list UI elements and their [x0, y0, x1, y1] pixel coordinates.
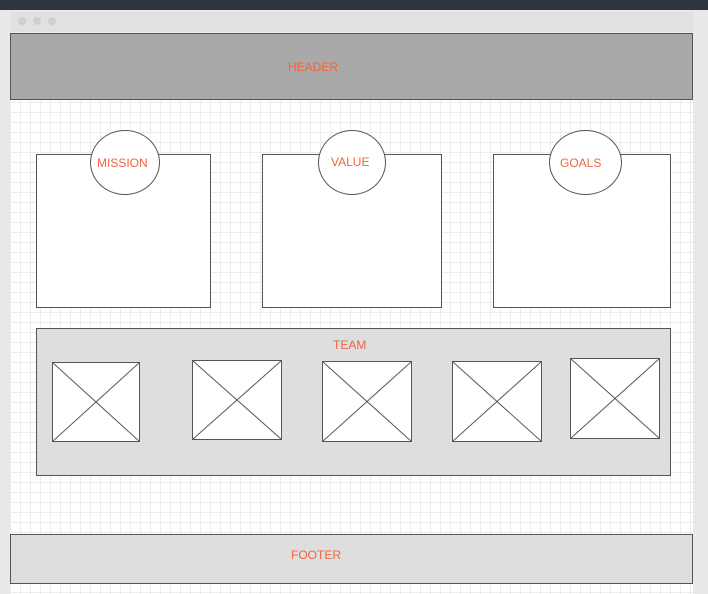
image-placeholder-icon: [571, 359, 659, 438]
image-placeholder-icon: [193, 361, 281, 439]
team-member-image-placeholder: [192, 360, 282, 440]
value-circle: VALUE: [318, 130, 386, 195]
mission-label: MISSION: [97, 156, 148, 170]
top-bar: [0, 0, 708, 10]
value-label: VALUE: [331, 155, 370, 169]
header-block: HEADER: [10, 33, 693, 100]
goals-label: GOALS: [560, 156, 602, 170]
team-member-image-placeholder: [322, 361, 412, 442]
header-label: HEADER: [288, 60, 339, 74]
team-member-image-placeholder: [52, 362, 140, 442]
window-dot-close[interactable]: [18, 17, 26, 25]
team-member-image-placeholder: [570, 358, 660, 439]
mission-circle: MISSION: [90, 130, 160, 195]
footer-block: FOOTER: [10, 534, 693, 584]
window-titlebar: [10, 12, 693, 32]
goals-circle: GOALS: [549, 130, 622, 195]
image-placeholder-icon: [453, 362, 541, 441]
window-dot-maximize[interactable]: [48, 17, 56, 25]
image-placeholder-icon: [323, 362, 411, 441]
window-dot-minimize[interactable]: [33, 17, 41, 25]
team-member-image-placeholder: [452, 361, 542, 442]
image-placeholder-icon: [53, 363, 139, 441]
team-label: TEAM: [333, 338, 367, 352]
footer-label: FOOTER: [291, 548, 341, 562]
